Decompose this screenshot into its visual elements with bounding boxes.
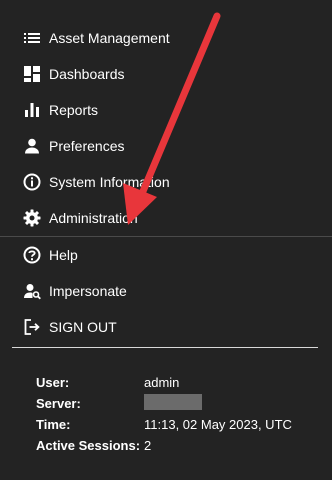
list-icon: [22, 28, 42, 48]
server-value: [144, 394, 202, 413]
dashboard-icon: [22, 64, 42, 84]
user-menu: Asset Management Dashboards Reports Pref…: [0, 20, 332, 345]
menu-item-system-information[interactable]: System Information: [0, 164, 332, 200]
session-info: User: admin Server: Time: 11:13, 02 May …: [36, 372, 326, 456]
info-row-server: Server:: [36, 393, 326, 414]
menu-item-reports[interactable]: Reports: [0, 92, 332, 128]
person-icon: [22, 136, 42, 156]
menu-item-sign-out[interactable]: SIGN OUT: [0, 309, 332, 345]
menu-item-label: Impersonate: [49, 283, 127, 299]
time-label: Time:: [36, 417, 71, 432]
sign-out-icon: [22, 317, 42, 337]
info-icon: [22, 172, 42, 192]
menu-item-label: Help: [49, 247, 78, 263]
menu-item-asset-management[interactable]: Asset Management: [0, 20, 332, 56]
menu-item-label: Dashboards: [49, 66, 125, 82]
menu-item-label: Administration: [49, 210, 138, 226]
time-value: 11:13, 02 May 2023, UTC: [144, 417, 292, 432]
gear-icon: [22, 208, 42, 228]
menu-item-label: Asset Management: [49, 30, 170, 46]
menu-item-help[interactable]: Help: [0, 237, 332, 273]
info-row-time: Time: 11:13, 02 May 2023, UTC: [36, 414, 326, 435]
help-circle-icon: [22, 245, 42, 265]
redacted-block: [144, 394, 202, 410]
person-search-icon: [22, 281, 42, 301]
menu-item-label: Preferences: [49, 138, 125, 154]
menu-item-label: System Information: [49, 174, 170, 190]
user-label: User:: [36, 375, 70, 390]
menu-item-label: Reports: [49, 102, 99, 118]
menu-item-impersonate[interactable]: Impersonate: [0, 273, 332, 309]
bar-chart-icon: [22, 100, 42, 120]
info-row-sessions: Active Sessions: 2: [36, 435, 326, 456]
menu-item-administration[interactable]: Administration: [0, 200, 332, 236]
sessions-value: 2: [144, 438, 152, 453]
sessions-label: Active Sessions:: [36, 438, 141, 453]
info-row-user: User: admin: [36, 372, 326, 393]
menu-item-label: SIGN OUT: [49, 319, 117, 335]
server-label: Server:: [36, 396, 81, 411]
info-divider: [12, 347, 318, 348]
menu-item-dashboards[interactable]: Dashboards: [0, 56, 332, 92]
menu-item-preferences[interactable]: Preferences: [0, 128, 332, 164]
user-value: admin: [144, 375, 180, 390]
